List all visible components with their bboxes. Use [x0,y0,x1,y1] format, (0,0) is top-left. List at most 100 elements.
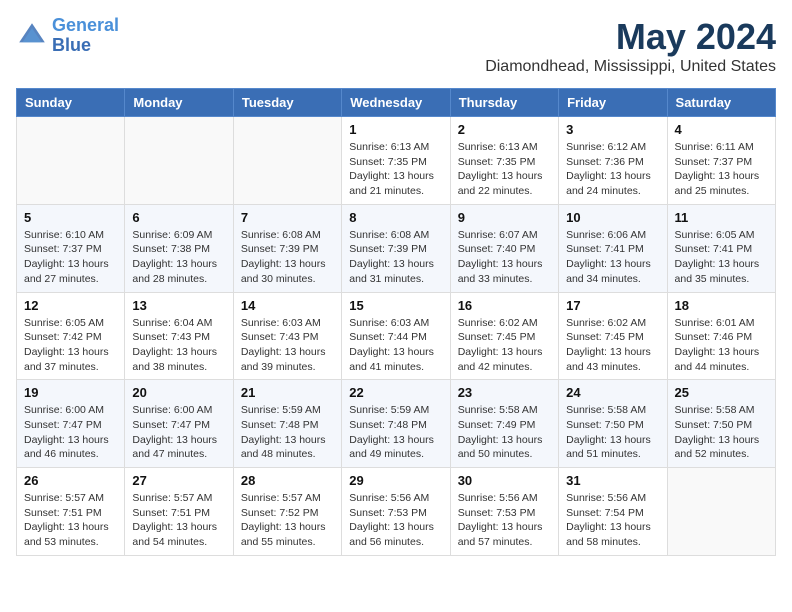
day-number: 25 [675,385,768,400]
day-number: 31 [566,473,659,488]
week-row-2: 5Sunrise: 6:10 AM Sunset: 7:37 PM Daylig… [17,204,776,292]
day-cell-15: 15 Sunrise: 6:03 AM Sunset: 7:44 PM Dayli… [342,292,450,380]
day-number: 21 [241,385,334,400]
day-info: Sunrise: 6:10 AM Sunset: 7:37 PM Dayligh… [24,228,117,287]
logo-icon [16,20,48,52]
day-info: Sunrise: 6:00 AM Sunset: 7:47 PM Dayligh… [24,403,117,462]
day-info: Sunrise: 6:13 AM Sunset: 7:35 PM Dayligh… [458,140,551,199]
day-info: Sunrise: 6:12 AM Sunset: 7:36 PM Dayligh… [566,140,659,199]
empty-cell [233,117,341,205]
day-cell-9: 9 Sunrise: 6:07 AM Sunset: 7:40 PM Daylig… [450,204,558,292]
week-row-1: 1 Sunrise: 6:13 AM Sunset: 7:35 PM Daylig… [17,117,776,205]
day-number: 20 [132,385,225,400]
day-cell-8: 8 Sunrise: 6:08 AM Sunset: 7:39 PM Daylig… [342,204,450,292]
day-cell-31: 31 Sunrise: 5:56 AM Sunset: 7:54 PM Dayli… [559,468,667,556]
day-cell-3: 3Sunrise: 6:12 AM Sunset: 7:36 PM Daylig… [559,117,667,205]
day-cell-30: 30Sunrise: 5:56 AM Sunset: 7:53 PM Dayli… [450,468,558,556]
day-cell-10: 10 Sunrise: 6:06 AM Sunset: 7:41 PM Dayli… [559,204,667,292]
week-row-4: 19Sunrise: 6:00 AM Sunset: 7:47 PM Dayli… [17,380,776,468]
day-number: 18 [675,298,768,313]
day-cell-16: 16 Sunrise: 6:02 AM Sunset: 7:45 PM Dayli… [450,292,558,380]
day-number: 28 [241,473,334,488]
day-cell-13: 13 Sunrise: 6:04 AM Sunset: 7:43 PM Dayli… [125,292,233,380]
day-info: Sunrise: 6:04 AM Sunset: 7:43 PM Dayligh… [132,316,225,375]
weekday-header-monday: Monday [125,89,233,117]
empty-cell [667,468,775,556]
day-number: 16 [458,298,551,313]
weekday-header-row: SundayMondayTuesdayWednesdayThursdayFrid… [17,89,776,117]
day-info: Sunrise: 5:58 AM Sunset: 7:50 PM Dayligh… [675,403,768,462]
day-number: 27 [132,473,225,488]
day-cell-1: 1 Sunrise: 6:13 AM Sunset: 7:35 PM Daylig… [342,117,450,205]
day-number: 14 [241,298,334,313]
day-info: Sunrise: 6:02 AM Sunset: 7:45 PM Dayligh… [566,316,659,375]
day-number: 9 [458,210,551,225]
day-cell-2: 2 Sunrise: 6:13 AM Sunset: 7:35 PM Daylig… [450,117,558,205]
day-number: 7 [241,210,334,225]
weekday-header-friday: Friday [559,89,667,117]
day-info: Sunrise: 5:59 AM Sunset: 7:48 PM Dayligh… [349,403,442,462]
day-info: Sunrise: 6:06 AM Sunset: 7:41 PM Dayligh… [566,228,659,287]
day-info: Sunrise: 6:08 AM Sunset: 7:39 PM Dayligh… [349,228,442,287]
day-cell-25: 25 Sunrise: 5:58 AM Sunset: 7:50 PM Dayli… [667,380,775,468]
day-number: 30 [458,473,551,488]
day-info: Sunrise: 6:03 AM Sunset: 7:44 PM Dayligh… [349,316,442,375]
day-number: 12 [24,298,117,313]
day-cell-5: 5Sunrise: 6:10 AM Sunset: 7:37 PM Daylig… [17,204,125,292]
day-info: Sunrise: 6:11 AM Sunset: 7:37 PM Dayligh… [675,140,768,199]
page-header: General Blue May 2024 Diamondhead, Missi… [16,16,776,76]
day-info: Sunrise: 5:57 AM Sunset: 7:52 PM Dayligh… [241,491,334,550]
day-info: Sunrise: 6:07 AM Sunset: 7:40 PM Dayligh… [458,228,551,287]
day-number: 4 [675,122,768,137]
day-cell-14: 14 Sunrise: 6:03 AM Sunset: 7:43 PM Dayli… [233,292,341,380]
day-cell-22: 22 Sunrise: 5:59 AM Sunset: 7:48 PM Dayli… [342,380,450,468]
day-cell-18: 18Sunrise: 6:01 AM Sunset: 7:46 PM Dayli… [667,292,775,380]
day-number: 11 [675,210,768,225]
day-number: 15 [349,298,442,313]
day-number: 8 [349,210,442,225]
day-number: 2 [458,122,551,137]
logo: General Blue [16,16,119,56]
day-info: Sunrise: 5:58 AM Sunset: 7:49 PM Dayligh… [458,403,551,462]
calendar-title: May 2024 [485,16,776,58]
day-number: 13 [132,298,225,313]
day-number: 17 [566,298,659,313]
day-info: Sunrise: 6:02 AM Sunset: 7:45 PM Dayligh… [458,316,551,375]
day-cell-19: 19Sunrise: 6:00 AM Sunset: 7:47 PM Dayli… [17,380,125,468]
day-number: 22 [349,385,442,400]
day-info: Sunrise: 5:56 AM Sunset: 7:54 PM Dayligh… [566,491,659,550]
day-info: Sunrise: 5:56 AM Sunset: 7:53 PM Dayligh… [349,491,442,550]
day-cell-4: 4 Sunrise: 6:11 AM Sunset: 7:37 PM Daylig… [667,117,775,205]
day-info: Sunrise: 6:05 AM Sunset: 7:41 PM Dayligh… [675,228,768,287]
weekday-header-thursday: Thursday [450,89,558,117]
day-info: Sunrise: 5:58 AM Sunset: 7:50 PM Dayligh… [566,403,659,462]
day-number: 24 [566,385,659,400]
day-info: Sunrise: 6:13 AM Sunset: 7:35 PM Dayligh… [349,140,442,199]
day-cell-11: 11 Sunrise: 6:05 AM Sunset: 7:41 PM Dayli… [667,204,775,292]
day-info: Sunrise: 6:00 AM Sunset: 7:47 PM Dayligh… [132,403,225,462]
day-cell-24: 24 Sunrise: 5:58 AM Sunset: 7:50 PM Dayli… [559,380,667,468]
day-info: Sunrise: 5:57 AM Sunset: 7:51 PM Dayligh… [24,491,117,550]
day-info: Sunrise: 6:03 AM Sunset: 7:43 PM Dayligh… [241,316,334,375]
day-number: 10 [566,210,659,225]
day-number: 29 [349,473,442,488]
title-block: May 2024 Diamondhead, Mississippi, Unite… [485,16,776,76]
day-number: 1 [349,122,442,137]
day-number: 23 [458,385,551,400]
day-info: Sunrise: 6:05 AM Sunset: 7:42 PM Dayligh… [24,316,117,375]
day-info: Sunrise: 5:59 AM Sunset: 7:48 PM Dayligh… [241,403,334,462]
day-cell-6: 6Sunrise: 6:09 AM Sunset: 7:38 PM Daylig… [125,204,233,292]
day-cell-17: 17 Sunrise: 6:02 AM Sunset: 7:45 PM Dayli… [559,292,667,380]
weekday-header-saturday: Saturday [667,89,775,117]
empty-cell [17,117,125,205]
day-cell-7: 7 Sunrise: 6:08 AM Sunset: 7:39 PM Daylig… [233,204,341,292]
day-info: Sunrise: 5:57 AM Sunset: 7:51 PM Dayligh… [132,491,225,550]
day-cell-27: 27 Sunrise: 5:57 AM Sunset: 7:51 PM Dayli… [125,468,233,556]
weekday-header-wednesday: Wednesday [342,89,450,117]
day-number: 6 [132,210,225,225]
weekday-header-tuesday: Tuesday [233,89,341,117]
week-row-5: 26Sunrise: 5:57 AM Sunset: 7:51 PM Dayli… [17,468,776,556]
calendar-subtitle: Diamondhead, Mississippi, United States [485,58,776,76]
day-cell-29: 29 Sunrise: 5:56 AM Sunset: 7:53 PM Dayli… [342,468,450,556]
day-info: Sunrise: 6:08 AM Sunset: 7:39 PM Dayligh… [241,228,334,287]
